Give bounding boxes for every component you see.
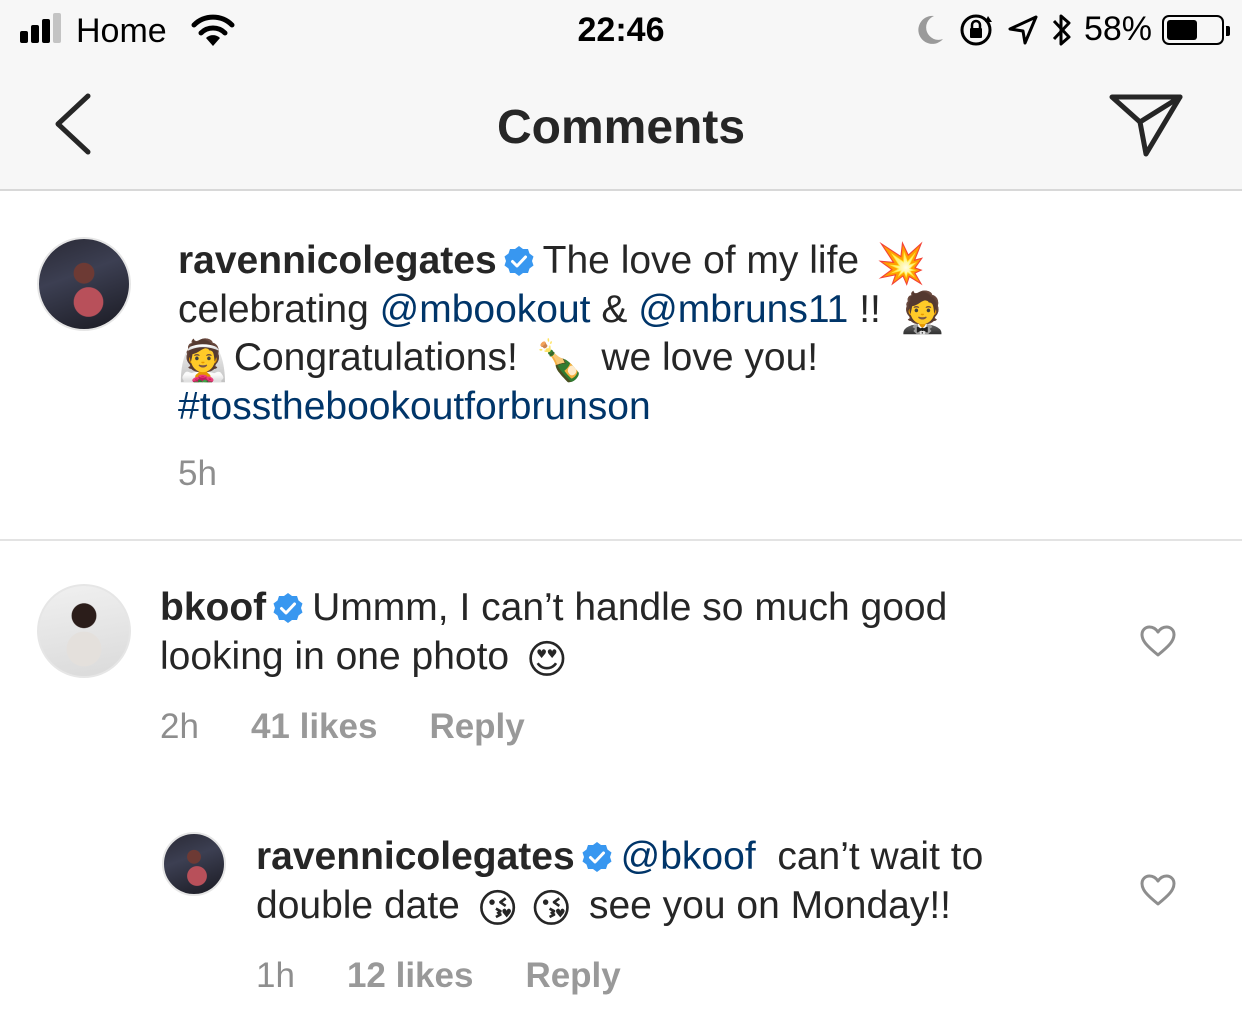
groom-emoji: 🤵: [897, 289, 948, 336]
kiss-emoji: 😘: [530, 885, 573, 932]
comment-time: 1h: [256, 956, 295, 995]
caption-text-5: Congratulations!: [233, 336, 518, 379]
bluetooth-icon: [1052, 14, 1071, 45]
verified-badge-icon: [273, 593, 303, 623]
comment-text-1: can’t wait to: [777, 835, 984, 878]
heart-icon[interactable]: [1139, 624, 1177, 658]
avatar[interactable]: [37, 584, 131, 678]
reply-button[interactable]: Reply: [429, 707, 524, 747]
comment-text-1: Ummm, I can’t handle so much good: [312, 586, 948, 629]
caption-text-4: !!: [859, 287, 881, 331]
comment-time: 2h: [160, 707, 199, 746]
comment-meta: 1h 12 likes Reply: [256, 956, 621, 996]
comment-meta: 2h 41 likes Reply: [160, 707, 525, 747]
post-meta: 5h: [178, 454, 217, 494]
page-title: Comments: [496, 101, 746, 154]
caption-text-3: &: [601, 287, 628, 331]
heart-icon[interactable]: [1139, 873, 1177, 907]
nav-bar: Comments: [0, 62, 1242, 191]
verified-badge-icon: [582, 842, 612, 872]
comment-text-2: looking in one photo: [160, 634, 510, 678]
caption-text: ravennicolegates The love of my life 💥 c…: [178, 237, 1138, 431]
rotation-lock-icon: [960, 14, 992, 45]
kiss-emoji: 😘: [476, 885, 519, 932]
location-icon: [1008, 15, 1038, 44]
comment-text: bkoof Ummm, I can’t handle so much good …: [160, 584, 1090, 681]
hashtag-link[interactable]: #tossthebookoutforbrunson: [178, 385, 651, 428]
champagne-emoji: 🍾: [534, 338, 585, 384]
mention-link[interactable]: @mbruns11: [638, 288, 848, 331]
heart-eyes-emoji: 😍: [525, 636, 568, 683]
moon-icon: [918, 15, 943, 44]
post-caption: ravennicolegates The love of my life 💥 c…: [0, 191, 1242, 541]
avatar[interactable]: [37, 237, 131, 331]
avatar[interactable]: [162, 832, 226, 896]
verified-badge-icon: [504, 246, 534, 276]
username[interactable]: ravennicolegates: [256, 835, 575, 878]
mention-link[interactable]: @mbookout: [380, 288, 591, 331]
battery-icon: [1162, 14, 1230, 45]
bride-emoji: 👰: [178, 338, 228, 384]
reply-button[interactable]: Reply: [525, 956, 620, 996]
paper-plane-icon[interactable]: [1108, 92, 1184, 158]
caption-text-2: celebrating: [178, 287, 369, 331]
battery-level: [1167, 19, 1197, 40]
likes-count[interactable]: 41 likes: [251, 707, 378, 747]
battery-percent: 58%: [1083, 10, 1152, 48]
mention-link[interactable]: @bkoof: [621, 835, 756, 878]
comment-text-3: see you on Monday!!: [588, 883, 952, 927]
username[interactable]: bkoof: [160, 586, 266, 629]
caption-text-1: The love of my life: [542, 239, 860, 282]
status-bar: Home 22:46 58%: [0, 0, 1242, 62]
post-time: 5h: [178, 454, 217, 493]
likes-count[interactable]: 12 likes: [347, 956, 474, 996]
comment-text-2: double date: [256, 883, 460, 927]
username[interactable]: ravennicolegates: [178, 239, 497, 282]
caption-text-6: we love you!: [601, 336, 819, 379]
collision-emoji: 💥: [875, 241, 926, 287]
comment-text: ravennicolegates @bkoof can’t wait to do…: [256, 833, 1116, 930]
